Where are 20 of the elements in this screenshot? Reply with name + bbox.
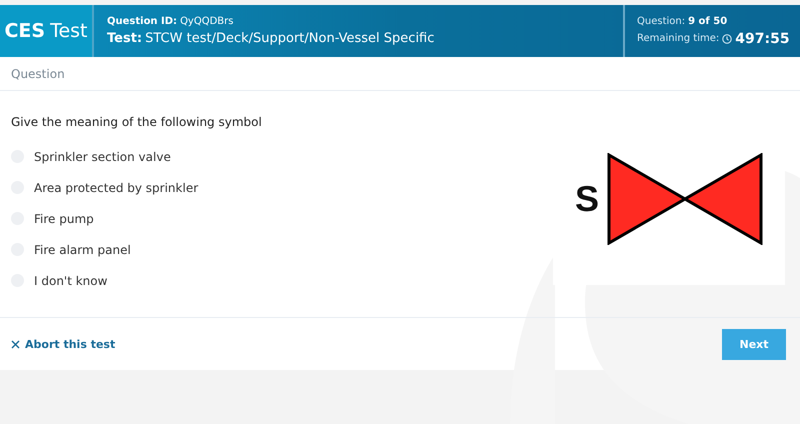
test-name: STCW test/Deck/Support/Non-Vessel Specific [145,31,434,46]
option-label[interactable]: Area protected by sprinkler [34,180,198,194]
app-logo: CES Test [0,5,94,57]
symbol-letter: S [574,178,599,220]
close-icon [11,340,20,348]
question-text: Give the meaning of the following symbol [11,115,263,129]
question-id: QyQQDBrs [180,16,234,27]
section-title: Question [11,66,65,80]
counter-label: Question: [637,16,686,26]
option-label[interactable]: I don't know [34,274,108,288]
abort-link[interactable]: Abort this test [11,338,116,350]
question-id-label: Question ID: [107,16,178,27]
option-label[interactable]: Fire alarm panel [34,242,131,256]
remaining-time: 497:55 [735,30,790,46]
clock-icon [722,34,732,44]
test-label: Test: [107,31,142,46]
option-label[interactable]: Sprinkler section valve [34,150,171,164]
time-label: Remaining time: [637,33,720,44]
question-counter: 9 of 50 [688,16,728,26]
option-label[interactable]: Fire pump [34,212,94,226]
